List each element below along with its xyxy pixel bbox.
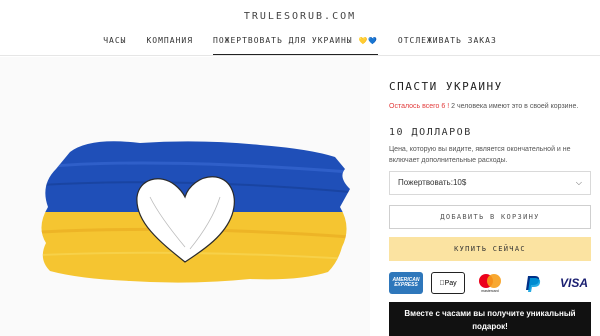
payment-methods: AMERICAN EXPRESS  Pay mastercard VISA bbox=[389, 272, 591, 296]
site-logo[interactable]: TRULESORUB.COM bbox=[0, 11, 600, 22]
gift-promo-banner: Вместе с часами вы получите уникальный п… bbox=[389, 302, 591, 336]
amex-icon: AMERICAN EXPRESS bbox=[389, 272, 423, 294]
stock-notice: Осталось всего 6 ! 2 человека имеют это … bbox=[389, 102, 589, 112]
nav-item-track-order[interactable]: ОТСЛЕЖИВАТЬ ЗАКАЗ bbox=[388, 37, 507, 56]
mastercard-label: mastercard bbox=[481, 289, 499, 293]
nav-item-watches[interactable]: ЧАСЫ bbox=[93, 37, 136, 56]
nav-item-donate-label: ПОЖЕРТВОВАТЬ ДЛЯ УКРАИНЫ bbox=[213, 36, 353, 45]
variant-selected-value: Пожертвовать:10$ bbox=[398, 178, 467, 187]
product-info: СПАСТИ УКРАИНУ Осталось всего 6 ! 2 чело… bbox=[389, 80, 589, 166]
chevron-down-icon: ⌵ bbox=[575, 178, 582, 187]
nav-item-company[interactable]: КОМПАНИЯ bbox=[136, 37, 203, 56]
nav-item-donate-ukraine[interactable]: ПОЖЕРТВОВАТЬ ДЛЯ УКРАИНЫ 💛💙 bbox=[203, 37, 388, 56]
site-header: TRULESORUB.COM ЧАСЫ КОМПАНИЯ ПОЖЕРТВОВАТ… bbox=[0, 0, 600, 56]
price-note: Цена, которую вы видите, является оконча… bbox=[389, 146, 571, 164]
hearts-icon: 💛💙 bbox=[358, 37, 378, 45]
paypal-icon bbox=[515, 272, 549, 294]
buy-now-button[interactable]: КУПИТЬ СЕЙЧАС bbox=[389, 237, 591, 261]
mastercard-icon: mastercard bbox=[473, 272, 507, 294]
donation-variant-select[interactable]: Пожертвовать:10$ ⌵ bbox=[389, 171, 591, 195]
apple-pay-label: Pay bbox=[441, 279, 457, 287]
product-price: 10 ДОЛЛАРОВ bbox=[389, 127, 472, 138]
product-image[interactable] bbox=[0, 57, 370, 336]
product-title: СПАСТИ УКРАИНУ bbox=[389, 80, 503, 93]
stock-warning: Осталось всего 6 ! bbox=[389, 103, 450, 110]
apple-pay-icon:  Pay bbox=[431, 272, 465, 294]
visa-icon: VISA bbox=[559, 276, 588, 290]
add-to-cart-button[interactable]: ДОБАВИТЬ В КОРЗИНУ bbox=[389, 205, 591, 229]
main-nav: ЧАСЫ КОМПАНИЯ ПОЖЕРТВОВАТЬ ДЛЯ УКРАИНЫ 💛… bbox=[0, 37, 600, 56]
stock-cart-count: 2 человека имеют это в своей корзине. bbox=[451, 103, 579, 110]
ukraine-heart-illustration bbox=[41, 141, 351, 283]
